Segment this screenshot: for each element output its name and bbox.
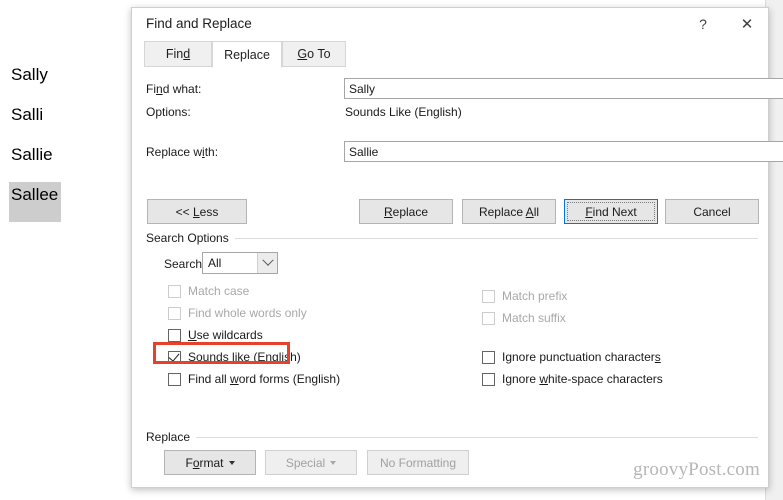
special-button-label: Special — [285, 455, 326, 470]
tab-find[interactable]: Find — [144, 41, 212, 67]
checkbox-find-all-word-forms[interactable]: Find all word forms (English) — [168, 370, 340, 388]
checkbox-label: Ignore punctuation characters — [502, 350, 661, 364]
find-and-replace-dialog: Find and Replace ? ✕ Find Replace Go To … — [131, 7, 783, 488]
checkbox-label: Match case — [188, 284, 250, 298]
no-formatting-button-label: No Formatting — [379, 455, 457, 470]
search-scope-select[interactable]: All — [202, 252, 278, 274]
find-what-combobox[interactable]: Sally — [344, 78, 783, 99]
checkbox-match-suffix[interactable]: Match suffix — [482, 309, 566, 327]
options-label: Options: — [146, 105, 191, 119]
checkbox-label: Find whole words only — [188, 306, 307, 320]
tab-go-to[interactable]: Go To — [282, 41, 346, 67]
find-what-input[interactable]: Sally — [345, 79, 783, 98]
replace-group-divider — [146, 437, 758, 438]
checkbox-box — [482, 289, 495, 303]
checkbox-box — [482, 372, 495, 386]
replace-with-input[interactable]: Sallie — [345, 142, 783, 161]
checkbox-box — [168, 349, 181, 364]
replace-all-button[interactable]: Replace All — [462, 199, 556, 224]
checkbox-label: Ignore white-space characters — [502, 372, 663, 386]
checkbox-ignore-punctuation-characters[interactable]: Ignore punctuation characters — [482, 348, 661, 366]
checkbox-box — [168, 284, 181, 298]
close-icon[interactable]: ✕ — [728, 8, 766, 39]
tab-strip: Find Replace Go To — [132, 40, 768, 68]
search-scope-value: All — [208, 256, 222, 270]
options-value: Sounds Like (English) — [345, 105, 462, 119]
less-button[interactable]: << Less — [147, 199, 247, 224]
format-button[interactable]: Format — [164, 450, 256, 475]
search-scope-dropdown-button[interactable] — [257, 253, 277, 273]
dialog-content: Find what: Sally Options: Sounds Like (E… — [132, 67, 783, 487]
dialog-title: Find and Replace — [146, 16, 252, 31]
document-line: Sallie — [11, 145, 53, 164]
watermark: groovyPost.com — [633, 459, 760, 480]
checkbox-label: Sounds like (English) — [188, 350, 301, 364]
checkbox-find-whole-words-only[interactable]: Find whole words only — [168, 304, 307, 322]
checkbox-box — [168, 372, 181, 386]
checkbox-label: Match prefix — [502, 289, 568, 303]
checkbox-label: Find all word forms (English) — [188, 372, 341, 386]
checkbox-ignore-white-space-characters[interactable]: Ignore white-space characters — [482, 370, 663, 388]
search-label: Search: — [164, 257, 205, 271]
document-line: Salli — [11, 105, 44, 124]
document-line: Sally — [11, 65, 48, 84]
replace-with-label: Replace with: — [146, 145, 219, 159]
replace-button[interactable]: Replace — [359, 199, 453, 224]
checkbox-sounds-like[interactable]: Sounds like (English) — [168, 348, 301, 366]
document-line-selected: Sallee — [9, 182, 62, 222]
checkmark-icon — [168, 349, 180, 362]
checkbox-label: Use wildcards — [188, 328, 263, 342]
replace-group-label: Replace — [146, 430, 197, 444]
tab-replace-label: Replace — [224, 47, 270, 62]
find-next-button[interactable]: Find Next — [564, 199, 658, 224]
find-what-label: Find what: — [146, 82, 202, 96]
checkbox-match-prefix[interactable]: Match prefix — [482, 287, 567, 305]
search-options-divider — [146, 238, 758, 239]
no-formatting-button[interactable]: No Formatting — [367, 450, 469, 475]
special-button[interactable]: Special — [265, 450, 357, 475]
replace-with-combobox[interactable]: Sallie — [344, 141, 783, 162]
checkbox-box — [482, 350, 495, 364]
tab-replace[interactable]: Replace — [212, 41, 282, 68]
cancel-button-label: Cancel — [693, 204, 731, 219]
search-options-group-label: Search Options — [146, 231, 235, 245]
checkbox-match-case[interactable]: Match case — [168, 282, 249, 300]
dialog-title-bar: Find and Replace ? ✕ — [132, 8, 768, 40]
cancel-button[interactable]: Cancel — [665, 199, 759, 224]
caret-down-icon — [228, 460, 235, 465]
checkbox-box — [168, 328, 181, 342]
help-icon[interactable]: ? — [684, 8, 722, 39]
caret-down-icon — [330, 460, 337, 465]
checkbox-use-wildcards[interactable]: Use wildcards — [168, 326, 263, 344]
checkbox-box — [168, 306, 181, 320]
chevron-down-icon — [261, 254, 274, 266]
checkbox-label: Match suffix — [502, 311, 566, 325]
checkbox-box — [482, 311, 495, 325]
